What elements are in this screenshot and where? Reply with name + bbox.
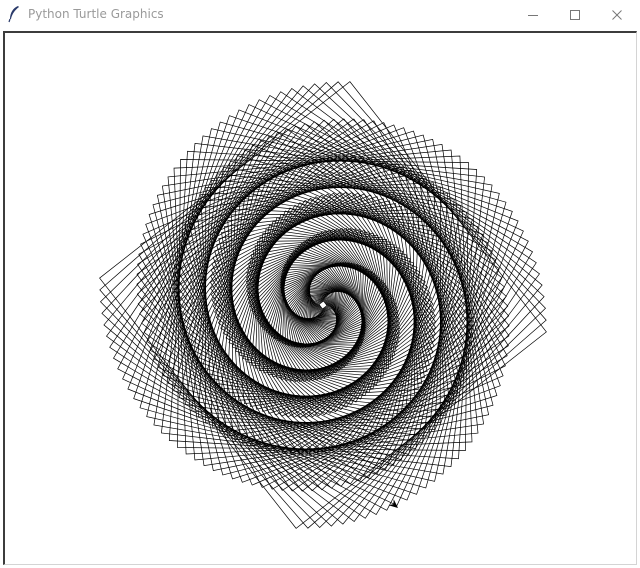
close-button[interactable] — [596, 0, 638, 29]
close-icon — [612, 9, 622, 20]
turtle-canvas[interactable] — [5, 33, 636, 564]
title-bar[interactable]: Python Turtle Graphics — [0, 0, 640, 29]
minimize-icon — [528, 14, 538, 16]
turtle-canvas-frame — [3, 31, 637, 565]
maximize-button[interactable] — [554, 0, 596, 29]
feather-icon — [7, 5, 21, 23]
turtle-graphics-window: Python Turtle Graphics — [0, 0, 640, 568]
maximize-icon — [570, 9, 580, 20]
window-title: Python Turtle Graphics — [28, 7, 164, 21]
minimize-button[interactable] — [512, 0, 554, 29]
